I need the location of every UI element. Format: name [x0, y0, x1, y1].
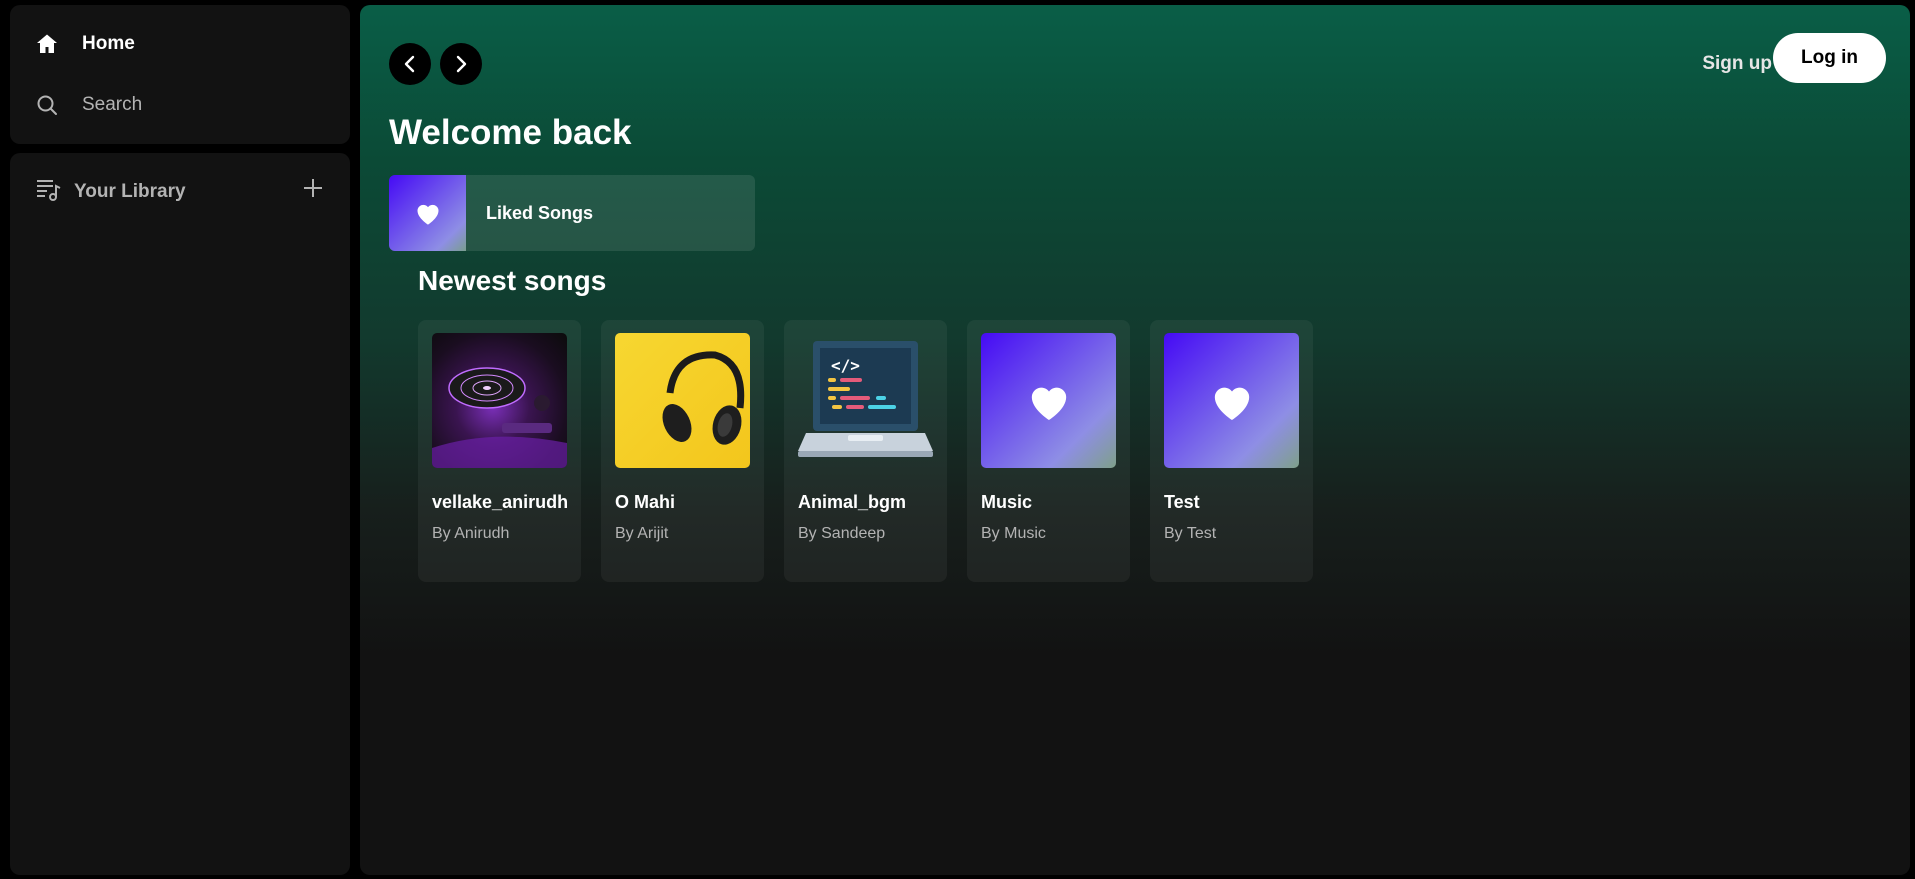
your-library-button[interactable]: Your Library [34, 175, 186, 209]
song-title: vellake_anirudh [432, 492, 569, 512]
liked-songs-art [389, 175, 466, 251]
sign-up-link[interactable]: Sign up [1702, 53, 1772, 75]
song-title: Music [981, 492, 1033, 512]
song-card[interactable]: </> Animal_bgm By Sandeep [784, 320, 947, 582]
song-card[interactable]: O Mahi By Arijit [601, 320, 764, 582]
liked-songs-label: Liked Songs [486, 202, 594, 223]
library-panel: Your Library [10, 153, 350, 875]
chevron-left-icon [404, 55, 415, 73]
heart-icon [1214, 387, 1249, 420]
sidebar-item-label: Home [82, 33, 135, 54]
log-in-button[interactable]: Log in [1773, 33, 1886, 83]
library-label: Your Library [74, 181, 186, 202]
song-cover-image [981, 333, 1116, 468]
chevron-right-icon [456, 55, 467, 73]
add-playlist-button[interactable] [300, 175, 326, 201]
main-content: Sign up Log in Welcome back Liked Songs … [360, 5, 1910, 875]
song-artist: By Arijit [615, 525, 669, 542]
song-cover-image [432, 333, 567, 468]
liked-songs-card[interactable]: Liked Songs [389, 175, 755, 251]
song-artist: By Sandeep [798, 525, 886, 542]
home-icon [34, 31, 60, 57]
song-title: O Mahi [615, 492, 676, 512]
page-title: Welcome back [389, 113, 632, 152]
app-window: Home Search Your Library Sign up Log in … [0, 0, 1915, 879]
song-artist: By Anirudh [432, 525, 510, 542]
library-icon [34, 175, 62, 209]
sidebar-item-label: Search [82, 94, 143, 115]
section-title: Newest songs [418, 265, 607, 296]
song-list: vellake_anirudh By Anirudh O Mahi By Ari… [418, 320, 1313, 582]
song-artist: By Test [1164, 525, 1217, 542]
song-title: Test [1164, 492, 1200, 512]
song-cover-image [1164, 333, 1299, 468]
song-cover-image: </> [798, 333, 933, 468]
search-icon [34, 92, 60, 118]
song-card[interactable]: Music By Music [967, 320, 1130, 582]
back-button[interactable] [389, 43, 431, 85]
heart-icon [1031, 387, 1066, 420]
plus-icon [304, 179, 322, 197]
heart-icon [417, 204, 438, 225]
song-artist: By Music [981, 525, 1046, 542]
forward-button[interactable] [440, 43, 482, 85]
song-card[interactable]: Test By Test [1150, 320, 1313, 582]
song-card[interactable]: vellake_anirudh By Anirudh [418, 320, 581, 582]
sidebar-item-search[interactable]: Search [34, 92, 142, 118]
sidebar-item-home[interactable]: Home [34, 31, 135, 57]
song-cover-image [615, 333, 750, 468]
svg-text:</>: </> [831, 356, 860, 375]
sidebar-nav: Home Search [10, 5, 350, 144]
song-title: Animal_bgm [798, 492, 907, 512]
